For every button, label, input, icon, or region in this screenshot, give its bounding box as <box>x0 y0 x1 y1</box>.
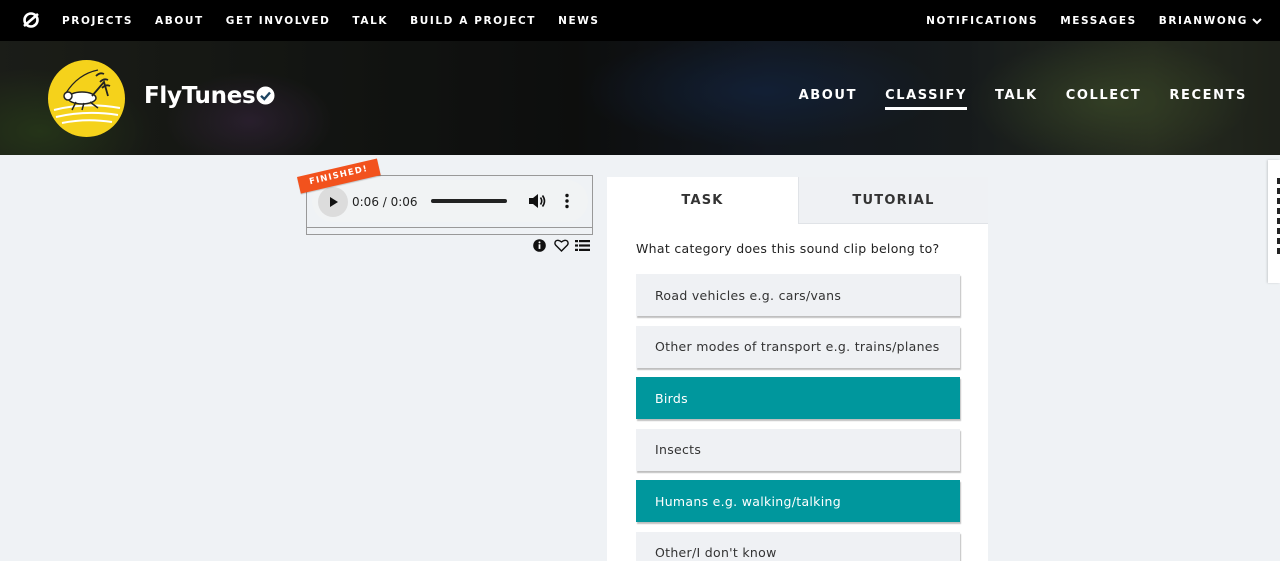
project-nav-talk[interactable]: TALK <box>995 88 1038 110</box>
project-nav-recents[interactable]: RECENTS <box>1169 88 1247 110</box>
cricket-logo-icon <box>53 69 121 124</box>
nav-get-involved[interactable]: GET INVOLVED <box>226 15 331 27</box>
project-avatar[interactable] <box>48 60 125 137</box>
user-menu[interactable]: BRIANWONG <box>1159 15 1262 27</box>
tab-tutorial[interactable]: TUTORIAL <box>798 177 988 224</box>
messages-link[interactable]: MESSAGES <box>1060 15 1137 27</box>
tab-task[interactable]: TASK <box>607 177 798 224</box>
chevron-down-icon <box>1252 17 1262 24</box>
answer-other-dont-know[interactable]: Other/I don't know <box>636 531 960 561</box>
task-question: What category does this sound clip belon… <box>636 241 940 256</box>
project-nav-about[interactable]: ABOUT <box>799 88 857 110</box>
project-title[interactable]: FlyTunes <box>144 83 256 109</box>
answer-list: Road vehicles e.g. cars/vans Other modes… <box>636 274 960 561</box>
play-button[interactable] <box>318 187 348 217</box>
playback-progress-bar[interactable] <box>431 199 507 203</box>
answer-humans[interactable]: Humans e.g. walking/talking <box>636 480 960 522</box>
field-guide-tab[interactable] <box>1268 160 1280 283</box>
top-navigation-bar: PROJECTS ABOUT GET INVOLVED TALK BUILD A… <box>0 0 1280 41</box>
favorite-heart-icon[interactable] <box>554 237 569 252</box>
site-nav: PROJECTS ABOUT GET INVOLVED TALK BUILD A… <box>62 0 600 41</box>
task-panel: TASK TUTORIAL What category does this so… <box>607 177 988 561</box>
project-nav: ABOUT CLASSIFY TALK COLLECT RECENTS <box>799 88 1247 110</box>
play-icon <box>330 197 338 207</box>
nav-news[interactable]: NEWS <box>558 15 600 27</box>
answer-birds[interactable]: Birds <box>636 377 960 419</box>
playback-time: 0:06 / 0:06 <box>352 195 418 209</box>
account-nav: NOTIFICATIONS MESSAGES BRIANWONG <box>926 0 1262 41</box>
project-nav-collect[interactable]: COLLECT <box>1066 88 1142 110</box>
nav-about[interactable]: ABOUT <box>155 15 204 27</box>
answer-other-transport[interactable]: Other modes of transport e.g. trains/pla… <box>636 325 960 368</box>
notifications-link[interactable]: NOTIFICATIONS <box>926 15 1038 27</box>
zooniverse-logo-icon[interactable] <box>21 10 41 30</box>
nav-build-a-project[interactable]: BUILD A PROJECT <box>410 15 536 27</box>
project-nav-classify[interactable]: CLASSIFY <box>885 88 968 110</box>
subject-actions <box>533 237 590 252</box>
nav-talk[interactable]: TALK <box>352 15 388 27</box>
info-icon[interactable] <box>533 237 548 252</box>
nav-projects[interactable]: PROJECTS <box>62 15 133 27</box>
verified-check-icon <box>256 86 275 105</box>
more-options-icon[interactable] <box>562 193 572 209</box>
project-header: FlyTunes ABOUT CLASSIFY TALK COLLECT REC… <box>0 41 1280 155</box>
collections-list-icon[interactable] <box>575 237 590 251</box>
volume-icon[interactable] <box>528 193 546 209</box>
username: BRIANWONG <box>1158 14 1248 27</box>
answer-road-vehicles[interactable]: Road vehicles e.g. cars/vans <box>636 274 960 316</box>
answer-insects[interactable]: Insects <box>636 428 960 471</box>
